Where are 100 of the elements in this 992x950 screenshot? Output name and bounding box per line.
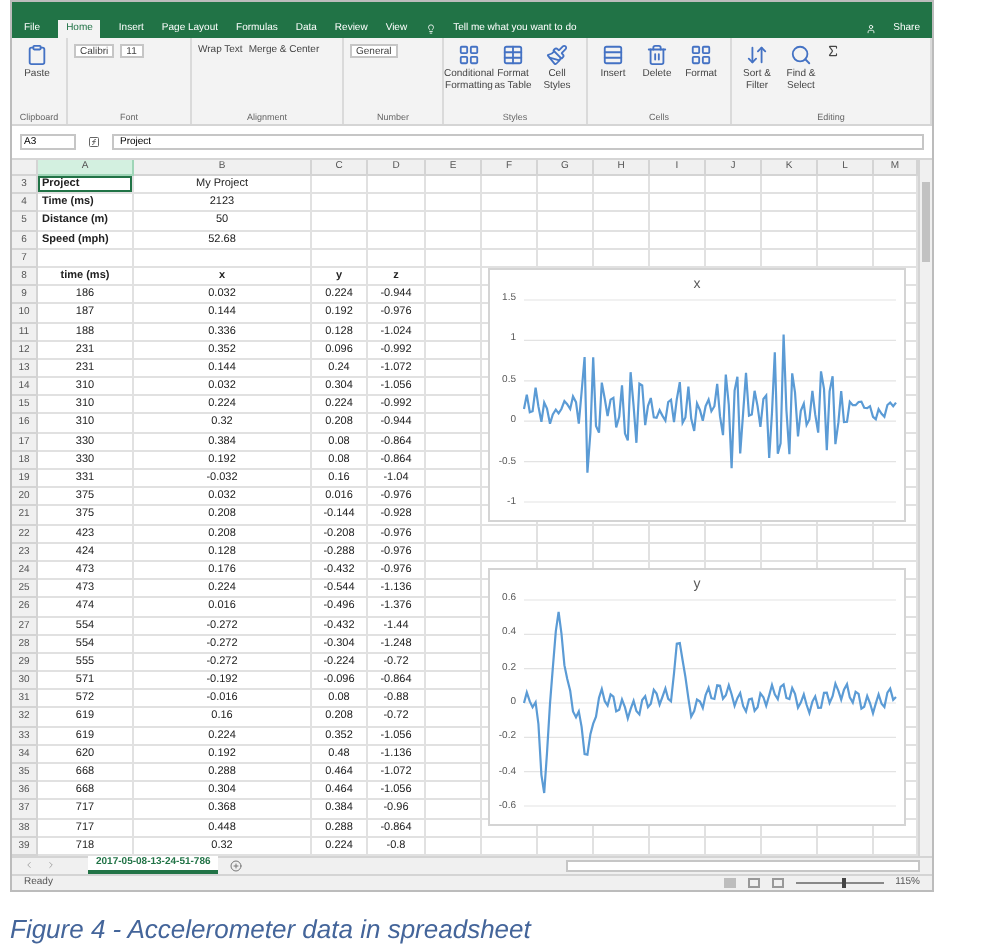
table-cell	[482, 212, 538, 232]
search-icon	[790, 44, 812, 66]
table-cell	[426, 378, 482, 397]
table-cell	[594, 176, 650, 195]
vertical-scrollbar[interactable]	[918, 160, 932, 856]
table-cell	[706, 194, 762, 213]
table-cell	[482, 176, 538, 195]
grid-icon	[690, 44, 712, 66]
table-cell	[650, 194, 706, 213]
table-cell	[426, 543, 482, 562]
table-cell	[38, 249, 134, 268]
table-cell	[368, 194, 426, 213]
table-cell	[426, 764, 482, 783]
table-cell	[426, 782, 482, 801]
table-cell	[426, 580, 482, 599]
table-cell	[426, 617, 482, 636]
trash-icon	[646, 44, 668, 66]
table-cell	[426, 341, 482, 360]
table-cell	[762, 212, 818, 232]
clipboard-icon	[26, 44, 48, 66]
table-cell	[818, 212, 874, 232]
table-cell	[426, 690, 482, 709]
table-cell	[594, 212, 650, 232]
table-cell	[482, 525, 538, 544]
table-cell	[482, 231, 538, 250]
table-cell	[368, 176, 426, 195]
table-cell	[482, 194, 538, 213]
table-cell	[426, 525, 482, 544]
person-icon	[865, 24, 876, 34]
table-cell	[426, 672, 482, 691]
table-cell	[706, 525, 762, 544]
table-cell	[594, 194, 650, 213]
table-cell	[426, 359, 482, 379]
horizontal-scrollbar[interactable]	[566, 859, 920, 872]
table-cell	[706, 231, 762, 250]
table-cell	[706, 212, 762, 232]
function-icon	[88, 136, 100, 148]
table-cell	[426, 231, 482, 250]
table-cell	[426, 488, 482, 507]
table-cell	[762, 231, 818, 250]
table-cell	[426, 819, 482, 838]
table-cell	[594, 543, 650, 562]
table-cell	[426, 323, 482, 342]
sort-icon	[746, 44, 768, 66]
table-cell	[368, 249, 426, 268]
sum-icon	[826, 44, 840, 58]
add-sheet-icon[interactable]	[230, 859, 243, 872]
rows-icon	[602, 44, 624, 66]
table-cell	[312, 231, 368, 250]
table-cell	[650, 212, 706, 232]
table-cell	[312, 212, 368, 232]
table-cell	[818, 176, 874, 195]
table-cell	[426, 470, 482, 489]
table-cell	[538, 525, 594, 544]
table-cell	[538, 543, 594, 562]
table-cell	[706, 543, 762, 562]
table-cell	[426, 653, 482, 673]
table-cell	[818, 525, 874, 544]
figure-caption: Figure 4 - Accelerometer data in spreadsheet	[10, 911, 534, 948]
table-cell	[762, 525, 818, 544]
table-cell	[426, 635, 482, 654]
zoom-slider-thumb[interactable]	[841, 877, 846, 888]
table-cell	[426, 396, 482, 415]
table-cell	[762, 543, 818, 562]
lightbulb-icon	[425, 24, 436, 34]
table-cell	[426, 194, 482, 213]
table-cell	[706, 176, 762, 195]
table-cell	[650, 525, 706, 544]
table-cell	[650, 231, 706, 250]
table-cell	[538, 176, 594, 195]
table-cell	[426, 414, 482, 434]
table-cell	[426, 249, 482, 268]
table-cell	[368, 231, 426, 250]
scroll-right-icon[interactable]	[46, 860, 56, 871]
table-cell	[426, 212, 482, 232]
table-cell	[312, 194, 368, 213]
table-cell	[426, 708, 482, 728]
table-cell	[426, 267, 482, 287]
table-cell	[538, 194, 594, 213]
table-cell	[650, 543, 706, 562]
brush-icon	[546, 44, 568, 66]
table-cell	[426, 433, 482, 452]
table-cell	[818, 543, 874, 562]
normal-view-icon[interactable]	[723, 877, 736, 888]
table-cell	[594, 231, 650, 250]
page-break-icon[interactable]	[771, 877, 784, 888]
table-cell	[426, 727, 482, 746]
table-cell	[312, 176, 368, 195]
page-layout-icon[interactable]	[747, 877, 760, 888]
table-cell	[426, 506, 482, 526]
scroll-left-icon[interactable]	[24, 860, 34, 871]
table-cell	[426, 304, 482, 324]
table-icon	[502, 44, 524, 66]
table-cell	[426, 451, 482, 471]
table-cell	[368, 212, 426, 232]
grid-icon	[458, 44, 480, 66]
table-cell	[818, 231, 874, 250]
table-cell	[426, 286, 482, 305]
table-cell	[650, 176, 706, 195]
table-cell	[426, 598, 482, 618]
